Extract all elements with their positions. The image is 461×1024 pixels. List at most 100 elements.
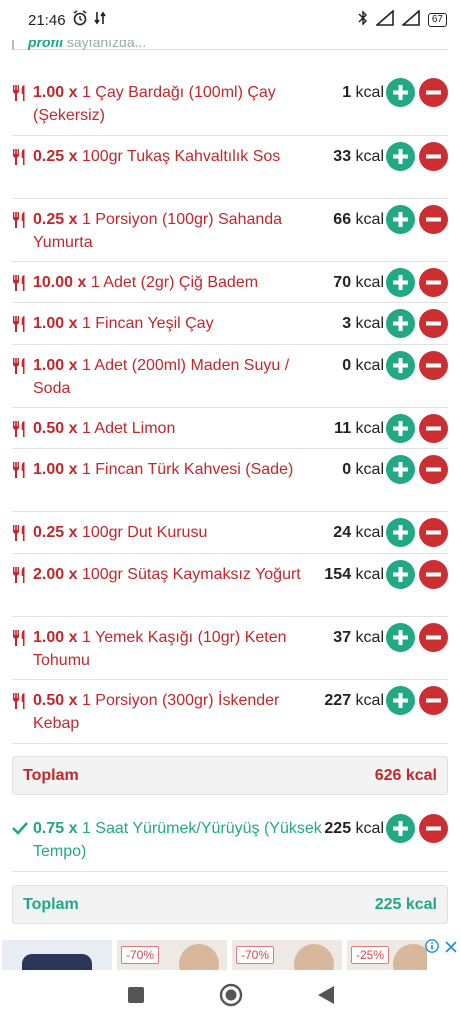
remove-button[interactable]: [419, 142, 448, 171]
ad-item-3[interactable]: -70%: [232, 940, 342, 970]
food-row: 1.00 x 1 Fincan Yeşil Çay 3 kcal: [12, 303, 448, 345]
add-button[interactable]: [386, 623, 415, 652]
plus-icon: [393, 358, 408, 373]
calorie-value: 37 kcal: [333, 626, 384, 649]
add-button[interactable]: [386, 814, 415, 843]
ad-product-image: [179, 944, 219, 970]
remove-button[interactable]: [419, 309, 448, 338]
top-note: profil sayfanızda...: [12, 40, 448, 50]
plus-icon: [393, 693, 408, 708]
add-button[interactable]: [386, 142, 415, 171]
ad-info-icon[interactable]: [425, 939, 439, 956]
status-bar: 21:46 67: [0, 0, 461, 40]
back-button[interactable]: [317, 985, 335, 1010]
remove-button[interactable]: [419, 78, 448, 107]
home-button[interactable]: [219, 983, 243, 1012]
minus-icon: [426, 90, 441, 95]
remove-button[interactable]: [419, 414, 448, 443]
add-button[interactable]: [386, 268, 415, 297]
exercise-total-label: Toplam: [23, 895, 79, 913]
kcal-unit: kcal: [355, 357, 384, 374]
fork-knife-icon: [12, 357, 26, 375]
fork-knife-icon: [12, 524, 26, 542]
quantity: 1.00 x: [33, 357, 78, 374]
ad-item-1[interactable]: [2, 940, 112, 970]
food-description: 0.50 x 1 Porsiyon (300gr) İskender Kebap: [33, 689, 323, 735]
remove-button[interactable]: [419, 814, 448, 843]
plus-icon: [393, 567, 408, 582]
remove-button[interactable]: [419, 518, 448, 547]
minus-icon: [426, 154, 441, 159]
bluetooth-icon: [358, 10, 368, 30]
add-button[interactable]: [386, 309, 415, 338]
food-description: 0.25 x 100gr Dut Kurusu: [33, 521, 323, 544]
remove-button[interactable]: [419, 268, 448, 297]
quantity: 1.00 x: [33, 84, 78, 101]
minus-icon: [426, 363, 441, 368]
remove-button[interactable]: [419, 623, 448, 652]
kcal-unit: kcal: [355, 315, 384, 332]
food-total-label: Toplam: [23, 766, 79, 784]
food-row: 1.00 x 1 Fincan Türk Kahvesi (Sade) 0 kca…: [12, 449, 448, 512]
battery-level: 67: [431, 14, 443, 25]
quantity: 0.50 x: [33, 692, 78, 709]
diary-content[interactable]: profil sayfanızda... 1.00 x 1 Çay Bardağ…: [0, 40, 461, 937]
food-description: 0.25 x 1 Porsiyon (100gr) Sahanda Yumurt…: [33, 208, 323, 254]
calorie-value: 3 kcal: [342, 312, 384, 335]
fork-knife-icon: [12, 148, 26, 166]
fork-knife-icon: [12, 566, 26, 584]
top-note-text: sayfanızda...: [66, 40, 147, 50]
add-button[interactable]: [386, 78, 415, 107]
ad-banner[interactable]: -70% -70% -25%: [0, 937, 461, 970]
kcal-unit: kcal: [355, 420, 384, 437]
quantity: 10.00 x: [33, 274, 87, 291]
food-row: 0.25 x 100gr Tukaş Kahvaltılık Sos 33 kca…: [12, 136, 448, 199]
kcal-number: 1: [342, 84, 352, 101]
exercise-description: 0.75 x 1 Saat Yürümek/Yürüyüş (Yüksek Te…: [33, 817, 323, 863]
add-button[interactable]: [386, 518, 415, 547]
quantity: 1.00 x: [33, 629, 78, 646]
plus-icon: [393, 85, 408, 100]
ad-item-2[interactable]: -70%: [117, 940, 227, 970]
add-button[interactable]: [386, 455, 415, 484]
calorie-value: 154 kcal: [324, 563, 384, 586]
add-button[interactable]: [386, 414, 415, 443]
kcal-number: 70: [333, 274, 352, 291]
add-button[interactable]: [386, 205, 415, 234]
food-description: 1.00 x 1 Adet (200ml) Maden Suyu / Soda: [33, 354, 323, 400]
kcal-number: 154: [324, 566, 352, 583]
remove-button[interactable]: [419, 205, 448, 234]
exercise-total-value: 225 kcal: [374, 895, 437, 913]
ad-discount: -70%: [121, 946, 160, 964]
quantity: 1.00 x: [33, 315, 78, 332]
ad-product-image: [22, 954, 92, 970]
kcal-unit: kcal: [355, 692, 384, 709]
plus-icon: [393, 316, 408, 331]
remove-button[interactable]: [419, 560, 448, 589]
item-name: 1 Adet Limon: [81, 420, 176, 437]
add-button[interactable]: [386, 686, 415, 715]
remove-button[interactable]: [419, 455, 448, 484]
quantity: 0.25 x: [33, 524, 78, 541]
item-name: 100gr Sütaş Kaymaksız Yoğurt: [81, 566, 301, 583]
add-button[interactable]: [386, 351, 415, 380]
add-button[interactable]: [386, 560, 415, 589]
minus-icon: [426, 635, 441, 640]
remove-button[interactable]: [419, 686, 448, 715]
ad-item-4[interactable]: -25%: [347, 940, 427, 970]
quantity: 0.25 x: [33, 211, 78, 228]
item-name: 1 Fincan Türk Kahvesi (Sade): [81, 461, 294, 478]
calorie-value: 225 kcal: [324, 817, 384, 840]
battery-icon: 67: [427, 13, 447, 27]
kcal-number: 0: [342, 357, 352, 374]
recents-button[interactable]: [127, 986, 145, 1009]
ad-close-icon[interactable]: [445, 940, 457, 956]
fork-knife-icon: [12, 211, 26, 229]
ad-discount: -25%: [351, 946, 390, 964]
kcal-unit: kcal: [355, 211, 384, 228]
data-transfer-icon: [93, 10, 106, 30]
quantity: 1.00 x: [33, 461, 78, 478]
remove-button[interactable]: [419, 351, 448, 380]
kcal-unit: kcal: [355, 629, 384, 646]
item-name: 100gr Tukaş Kahvaltılık Sos: [81, 148, 281, 165]
